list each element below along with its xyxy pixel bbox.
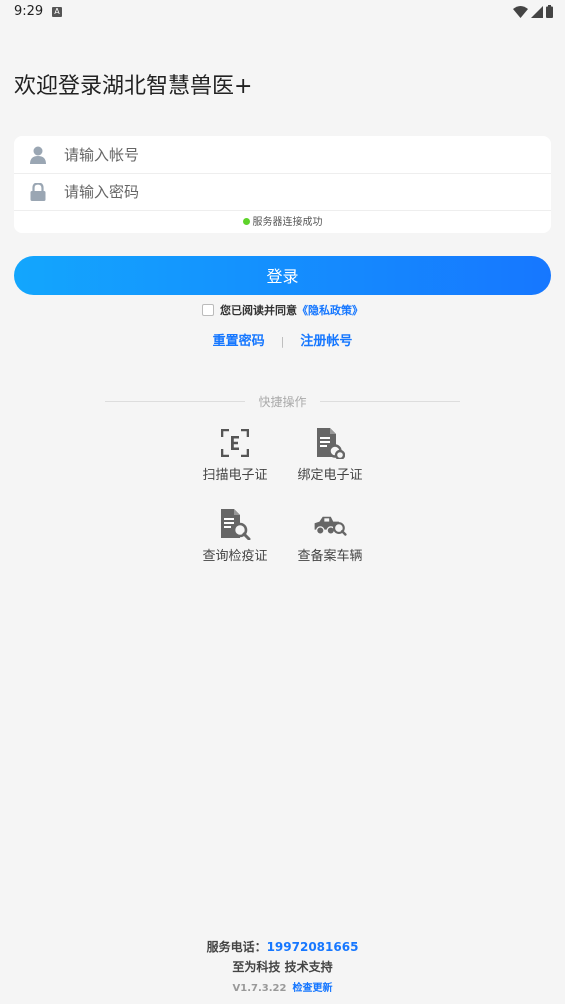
- action-label: 绑定电子证: [297, 468, 363, 483]
- register-link[interactable]: 注册帐号: [300, 334, 352, 349]
- phone-label: 服务电话：: [206, 940, 267, 954]
- server-status-text: 服务器连接成功: [252, 217, 323, 228]
- document-link-icon: [313, 426, 347, 460]
- scan-e-icon: [218, 426, 252, 460]
- agreement-row: 您已阅读并同意《隐私政策》: [0, 302, 565, 318]
- welcome-title: 欢迎登录湖北智慧兽医+: [14, 74, 253, 99]
- vehicle-search-icon: [313, 507, 347, 541]
- notification-icon: A: [52, 7, 62, 17]
- query-quarantine-action[interactable]: 查询检疫证: [190, 507, 280, 564]
- status-icons: [513, 5, 553, 18]
- account-field-row: [14, 136, 551, 174]
- action-label: 查询检疫证: [202, 549, 268, 564]
- check-update-link[interactable]: 检查更新: [292, 983, 332, 994]
- battery-icon: [546, 5, 553, 18]
- password-field-row: [14, 173, 551, 211]
- wifi-icon: [513, 5, 528, 18]
- account-input[interactable]: [62, 144, 506, 165]
- tech-support: 至为科技 技术支持: [232, 960, 333, 974]
- password-input[interactable]: [62, 181, 506, 202]
- server-status: 服务器连接成功: [14, 213, 551, 228]
- action-label: 查备案车辆: [297, 549, 363, 564]
- agreement-checkbox[interactable]: [202, 304, 214, 316]
- bind-certificate-action[interactable]: 绑定电子证: [285, 426, 375, 483]
- action-label: 扫描电子证: [202, 468, 268, 483]
- privacy-policy-link[interactable]: 《隐私政策》: [297, 304, 363, 317]
- status-dot-icon: [242, 217, 250, 225]
- account-links: 重置密码 | 注册帐号: [0, 330, 565, 349]
- user-icon: [28, 145, 48, 165]
- quick-actions-title: 快捷操作: [258, 395, 307, 409]
- service-phone: 服务电话：19972081665: [0, 938, 565, 955]
- link-separator: |: [280, 335, 285, 348]
- status-bar: 9:29 A: [0, 0, 565, 24]
- scan-certificate-action[interactable]: 扫描电子证: [190, 426, 280, 483]
- version-text: V1.7.3.22: [232, 983, 287, 994]
- login-form: 服务器连接成功: [14, 136, 551, 233]
- status-time: 9:29: [14, 4, 44, 19]
- query-vehicle-action[interactable]: 查备案车辆: [285, 507, 375, 564]
- reset-password-link[interactable]: 重置密码: [213, 334, 265, 349]
- agreement-text: 您已阅读并同意: [220, 304, 297, 317]
- lock-icon: [28, 182, 48, 202]
- login-button[interactable]: 登录: [14, 256, 551, 295]
- phone-number-link[interactable]: 19972081665: [267, 940, 359, 954]
- signal-icon: [531, 5, 543, 18]
- document-search-icon: [218, 507, 252, 541]
- version-row: V1.7.3.22 检查更新: [0, 979, 565, 994]
